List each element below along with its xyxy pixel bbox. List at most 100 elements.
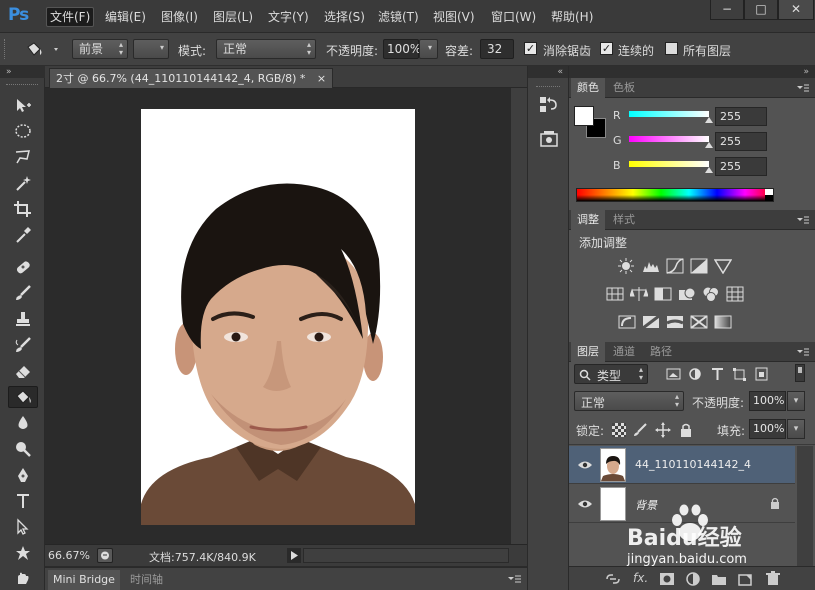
healing-brush-icon[interactable] [8,256,38,278]
contiguous-checkbox[interactable]: ✓ [600,42,613,55]
tab-paths[interactable]: 路径 [644,342,678,362]
tab-swatches[interactable]: 色板 [607,78,641,98]
tab-layers[interactable]: 图层 [571,342,605,362]
green-slider[interactable] [629,136,709,142]
filter-adjustment-icon[interactable] [687,366,705,382]
invert-icon[interactable] [618,314,636,330]
fill-input[interactable]: 100% [749,419,786,439]
dodge-icon[interactable] [8,438,38,460]
threshold-icon[interactable] [666,314,684,330]
layer-filter-select[interactable]: 类型 ▴ ▾ [574,364,648,384]
eyedropper-icon[interactable] [8,224,38,246]
layer-opacity-dropdown[interactable]: ▾ [787,391,805,411]
dock-expand-icon[interactable]: « [528,66,568,78]
menu-window[interactable]: 窗口(W) [488,8,539,26]
antialias-checkbox[interactable]: ✓ [524,42,537,55]
filter-toggle-switch[interactable] [795,364,805,382]
visibility-eye-icon[interactable] [577,498,593,510]
layer-style-icon[interactable]: fx. [633,571,648,585]
menu-file[interactable]: 文件(F) [46,7,95,27]
minimize-button[interactable]: − [710,0,744,20]
status-menu-arrow-icon[interactable] [287,548,301,563]
zoom-level[interactable]: 66.67% [48,549,90,562]
tab-color[interactable]: 颜色 [571,78,605,98]
black-white-icon[interactable] [654,286,672,302]
blue-slider[interactable] [629,161,709,167]
paint-bucket-icon[interactable] [8,386,38,408]
panel-menu-icon[interactable] [507,574,521,584]
panel-menu-icon[interactable] [797,215,809,225]
blur-icon[interactable] [8,412,38,434]
history-brush-icon[interactable] [8,334,38,356]
pattern-picker[interactable]: ▾ [133,39,169,59]
tolerance-input[interactable]: 32 [480,39,514,59]
menu-edit[interactable]: 编辑(E) [102,8,149,26]
toolbar-collapse-icon[interactable]: » [0,66,45,78]
canvas-horizontal-scrollbar[interactable] [303,548,509,563]
layer-name[interactable]: 44_110110144142_4 [635,458,751,471]
red-value-input[interactable]: 255 [715,107,767,126]
link-layers-icon[interactable] [605,572,621,586]
lock-position-icon[interactable] [654,422,672,438]
eraser-icon[interactable] [8,360,38,382]
move-tool-icon[interactable] [8,94,38,116]
close-button[interactable]: ✕ [778,0,814,20]
filter-smart-object-icon[interactable] [753,366,771,382]
pen-icon[interactable] [8,464,38,486]
channel-mixer-icon[interactable] [702,286,720,302]
posterize-icon[interactable] [642,314,660,330]
document-canvas[interactable] [141,109,415,525]
gradient-map-icon[interactable] [714,314,732,330]
properties-panel-icon[interactable] [538,130,560,150]
type-icon[interactable] [8,490,38,512]
levels-icon[interactable] [642,258,660,274]
hand-tool-icon[interactable] [8,570,38,586]
menu-help[interactable]: 帮助(H) [548,8,596,26]
lock-image-pixels-icon[interactable] [632,422,650,438]
all-layers-checkbox[interactable] [665,42,678,55]
filter-shape-icon[interactable] [731,366,749,382]
slider-handle-icon[interactable] [705,117,713,123]
fill-dropdown[interactable]: ▾ [787,419,805,439]
tab-timeline[interactable]: 时间轴 [125,570,168,590]
opacity-input[interactable]: 100% [383,39,421,59]
menu-view[interactable]: 视图(V) [430,8,478,26]
red-slider[interactable] [629,111,709,117]
clone-stamp-icon[interactable] [8,308,38,330]
blue-value-input[interactable]: 255 [715,157,767,176]
canvas-vertical-scrollbar[interactable] [511,88,527,550]
menu-filter[interactable]: 滤镜(T) [375,8,422,26]
panel-menu-icon[interactable] [797,347,809,357]
menu-select[interactable]: 选择(S) [321,8,368,26]
maximize-button[interactable]: □ [744,0,778,20]
tab-channels[interactable]: 通道 [607,342,641,362]
new-adjustment-layer-icon[interactable] [685,572,701,586]
tab-styles[interactable]: 样式 [607,210,641,230]
history-panel-icon[interactable] [538,94,560,114]
crop-icon[interactable] [8,198,38,220]
color-swatches[interactable] [574,106,606,138]
color-balance-icon[interactable] [630,286,648,302]
right-dock-collapse-icon[interactable]: » [569,66,815,78]
delete-layer-icon[interactable] [765,571,781,586]
menu-layer[interactable]: 图层(L) [210,8,256,26]
new-group-icon[interactable] [711,572,727,586]
tab-close-icon[interactable]: × [317,72,326,85]
green-value-input[interactable]: 255 [715,132,767,151]
new-layer-icon[interactable] [737,572,753,586]
color-spectrum-ramp[interactable] [576,188,774,202]
color-lookup-icon[interactable] [726,286,744,302]
tab-adjustments[interactable]: 调整 [571,210,605,230]
lock-all-icon[interactable] [677,422,695,438]
fill-source-select[interactable]: 前景 ▴ ▾ [72,39,128,59]
menu-image[interactable]: 图像(I) [158,8,201,26]
layer-row[interactable]: 44_110110144142_4 [569,446,795,484]
add-mask-icon[interactable] [659,572,675,586]
hue-saturation-icon[interactable] [606,286,624,302]
lasso-icon[interactable] [8,146,38,168]
magic-wand-icon[interactable] [8,172,38,194]
menu-type[interactable]: 文字(Y) [265,8,312,26]
opacity-dropdown[interactable]: ▾ [419,39,438,59]
path-selection-icon[interactable] [8,516,38,538]
panel-menu-icon[interactable] [797,83,809,93]
